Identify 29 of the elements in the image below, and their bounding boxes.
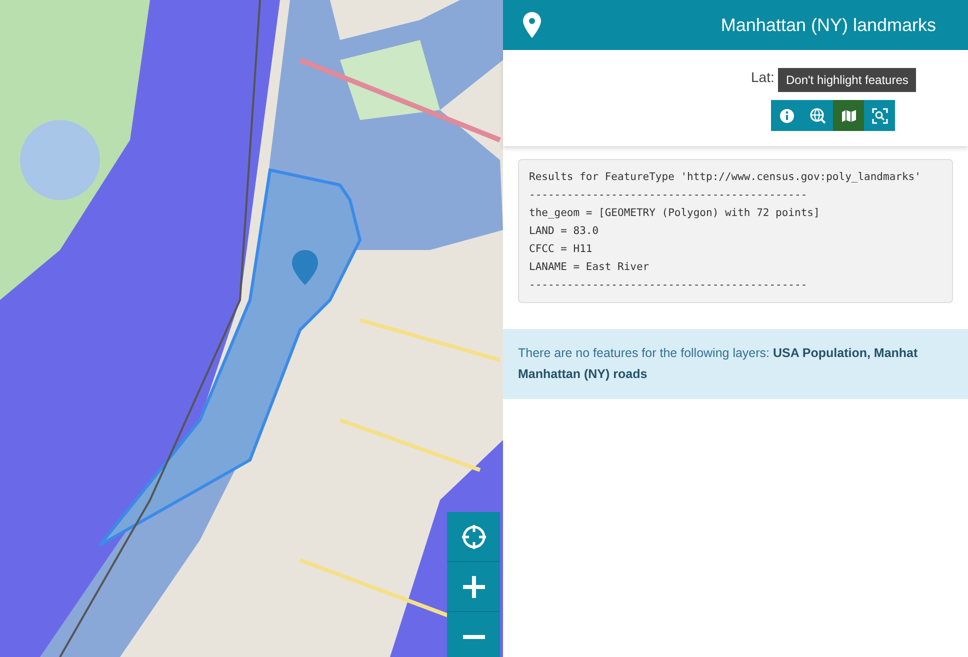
zoom-out-icon xyxy=(462,634,484,638)
map-icon xyxy=(840,108,856,124)
result-line: -------------------------------------------- xyxy=(529,188,808,203)
result-line: LAND = 83.0 xyxy=(529,224,600,239)
tooltip: Don't highlight features xyxy=(778,68,916,92)
globe-search-icon xyxy=(810,108,826,124)
map-control-button[interactable] xyxy=(447,512,500,562)
locate-icon xyxy=(460,524,486,550)
zoom-in-icon xyxy=(460,574,486,600)
panel-title: Manhattan (NY) landmarks xyxy=(720,14,936,37)
result-line: LANAME = East River xyxy=(529,260,650,275)
result-line: Results for FeatureType 'http://www.census.gov:poly_landmarks' xyxy=(529,170,922,185)
no-features-text: There are no features for the following layers: xyxy=(518,346,771,360)
tool-button[interactable] xyxy=(864,100,895,131)
map-control-button[interactable] xyxy=(447,612,500,657)
zoom-extent-icon xyxy=(872,108,888,124)
latitude-label: Lat: xyxy=(751,68,774,87)
result-line: -------------------------------------------- xyxy=(529,278,808,293)
result-line: the_geom = [GEOMETRY (Polygon) with 72 points] xyxy=(529,206,821,221)
layer-link[interactable]: Manhattan (NY) roads xyxy=(518,367,648,381)
tool-button[interactable] xyxy=(833,100,864,131)
layer-link[interactable]: USA Population, Manhat xyxy=(773,346,918,360)
map-drawing[interactable] xyxy=(0,0,503,657)
tool-button[interactable] xyxy=(771,100,802,131)
tool-button[interactable] xyxy=(802,100,833,131)
map-pin-icon xyxy=(523,12,541,38)
map-control-button[interactable] xyxy=(447,562,500,612)
result-line: CFCC = H11 xyxy=(529,242,594,257)
info-icon xyxy=(778,108,794,124)
